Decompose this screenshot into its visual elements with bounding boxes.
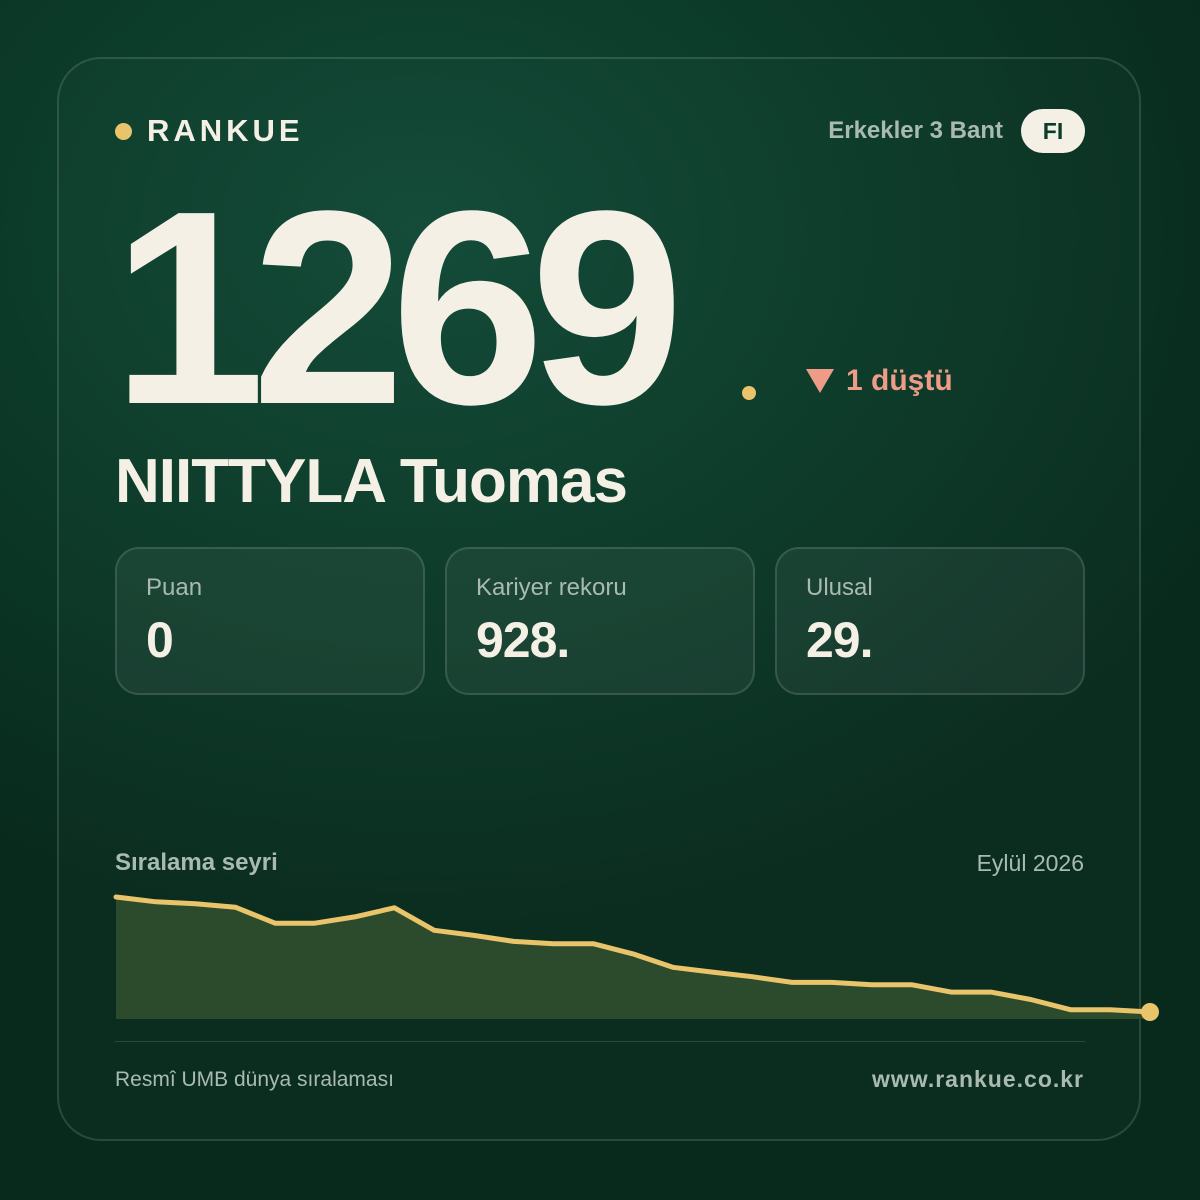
brand-logo: RANKUE: [115, 112, 304, 150]
brand-name: RANKUE: [147, 113, 304, 148]
brand-dot-icon: [115, 122, 132, 140]
footer-divider: [115, 1041, 1085, 1042]
rank-number: 1269: [112, 154, 684, 462]
category-label: Erkekler 3 Bant: [828, 117, 1003, 144]
stat-label: Ulusal: [806, 574, 873, 601]
stat-card-national: Ulusal 29.: [775, 547, 1085, 695]
rank-change-text: 1 düştü: [846, 364, 953, 397]
stat-card-career-best: Kariyer rekoru 928.: [445, 547, 755, 695]
rank-change: 1 düştü: [806, 362, 953, 400]
player-name: NIITTYLA Tuomas: [115, 447, 628, 516]
footer-url: www.rankue.co.kr: [872, 1066, 1084, 1092]
trend-title: Sıralama seyri: [115, 849, 278, 876]
stat-label: Puan: [146, 574, 203, 601]
trend-end-point: [1141, 1003, 1159, 1021]
stat-card-points: Puan 0: [115, 547, 425, 695]
trend-period: Eylül 2026: [976, 850, 1084, 876]
stat-value: 0: [146, 612, 174, 668]
triangle-down-icon: [806, 369, 834, 393]
rank-dot-icon: [742, 386, 756, 400]
footer-source: Resmî UMB dünya sıralaması: [115, 1068, 394, 1091]
country-badge: FI: [1021, 109, 1085, 153]
stat-value: 29.: [806, 612, 874, 668]
stat-value: 928.: [476, 612, 570, 668]
stat-label: Kariyer rekoru: [476, 574, 627, 601]
